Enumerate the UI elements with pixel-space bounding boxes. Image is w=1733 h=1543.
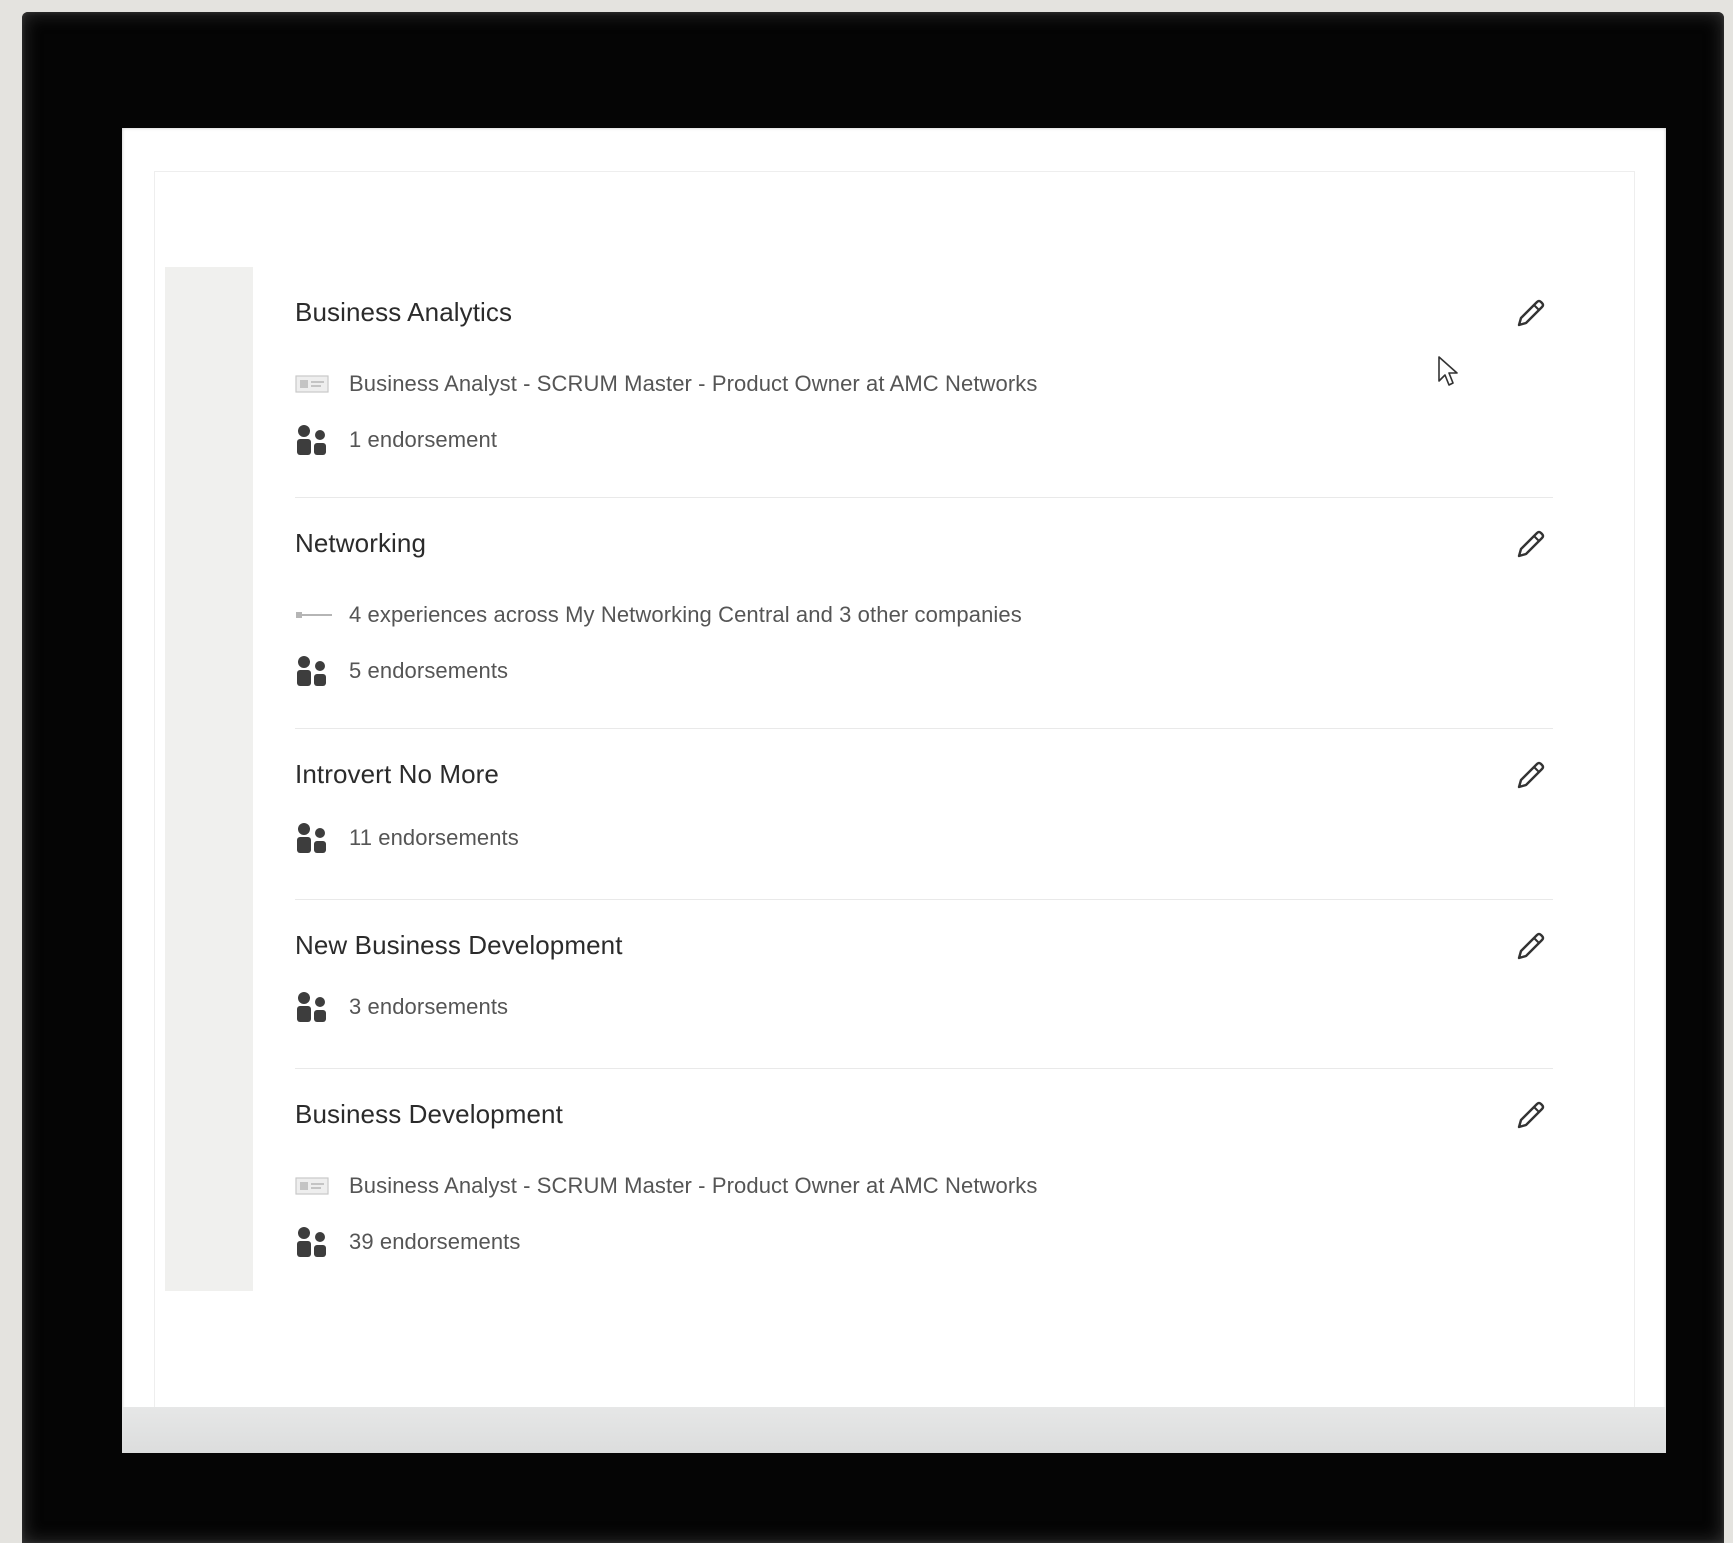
endorsement-count: 3 endorsements: [349, 994, 509, 1019]
people-icon: [295, 990, 333, 1024]
endorsement-count: 1 endorsement: [349, 427, 498, 452]
skill-name: Business Analytics: [295, 297, 513, 327]
experience-text: Business Analyst - SCRUM Master - Produc…: [349, 1173, 1038, 1198]
company-logo-icon: [295, 1169, 333, 1203]
people-icon: [295, 423, 333, 457]
company-logo-icon: [295, 367, 333, 401]
side-strip: [165, 267, 253, 1291]
skill-item: Business Analytics Business Analyst - SC…: [295, 267, 1553, 498]
edit-skill-button[interactable]: [1507, 924, 1553, 970]
skill-experience: 4 experiences across My Networking Centr…: [295, 598, 1022, 632]
skill-endorsements[interactable]: 3 endorsements: [295, 990, 508, 1024]
skill-name: Networking: [295, 528, 427, 558]
edit-skill-button[interactable]: [1507, 1093, 1553, 1139]
edit-skill-button[interactable]: [1507, 522, 1553, 568]
experiences-icon: [295, 598, 333, 632]
mouse-cursor-icon: [1438, 356, 1458, 386]
skill-endorsements[interactable]: 11 endorsements: [295, 821, 519, 855]
pencil-icon: [1517, 1101, 1545, 1129]
skill-item: New Business Development 3 endorsements: [295, 900, 1553, 1069]
people-icon: [295, 654, 333, 688]
skill-name: New Business Development: [295, 930, 623, 960]
endorsement-count: 5 endorsements: [349, 658, 509, 683]
pencil-icon: [1517, 932, 1545, 960]
skill-endorsements[interactable]: 39 endorsements: [295, 1225, 521, 1259]
skill-name: Introvert No More: [295, 759, 499, 789]
skill-list: Business Analytics Business Analyst - SC…: [295, 267, 1553, 1319]
skill-experience: Business Analyst - SCRUM Master - Produc…: [295, 1169, 1038, 1203]
pencil-icon: [1517, 530, 1545, 558]
experience-text: Business Analyst - SCRUM Master - Produc…: [349, 371, 1038, 396]
experience-text: 4 experiences across My Networking Centr…: [349, 602, 1022, 627]
edit-skill-button[interactable]: [1507, 291, 1553, 337]
skill-experience: Business Analyst - SCRUM Master - Produc…: [295, 367, 1038, 401]
endorsement-count: 39 endorsements: [349, 1229, 521, 1254]
skill-item: Networking 4 experiences across My Netwo…: [295, 498, 1553, 729]
endorsement-count: 11 endorsements: [349, 825, 519, 850]
skill-name: Business Development: [295, 1099, 563, 1129]
skill-item: Business Development Business Analyst - …: [295, 1069, 1553, 1319]
pencil-icon: [1517, 761, 1545, 789]
skill-endorsements[interactable]: 1 endorsement: [295, 423, 497, 457]
people-icon: [295, 1225, 333, 1259]
edit-skill-button[interactable]: [1507, 753, 1553, 799]
pencil-icon: [1517, 299, 1545, 327]
skill-item: Introvert No More 11 endorsements: [295, 729, 1553, 900]
mat-bottom-edge: [122, 1407, 1666, 1453]
skill-endorsements[interactable]: 5 endorsements: [295, 654, 508, 688]
people-icon: [295, 821, 333, 855]
